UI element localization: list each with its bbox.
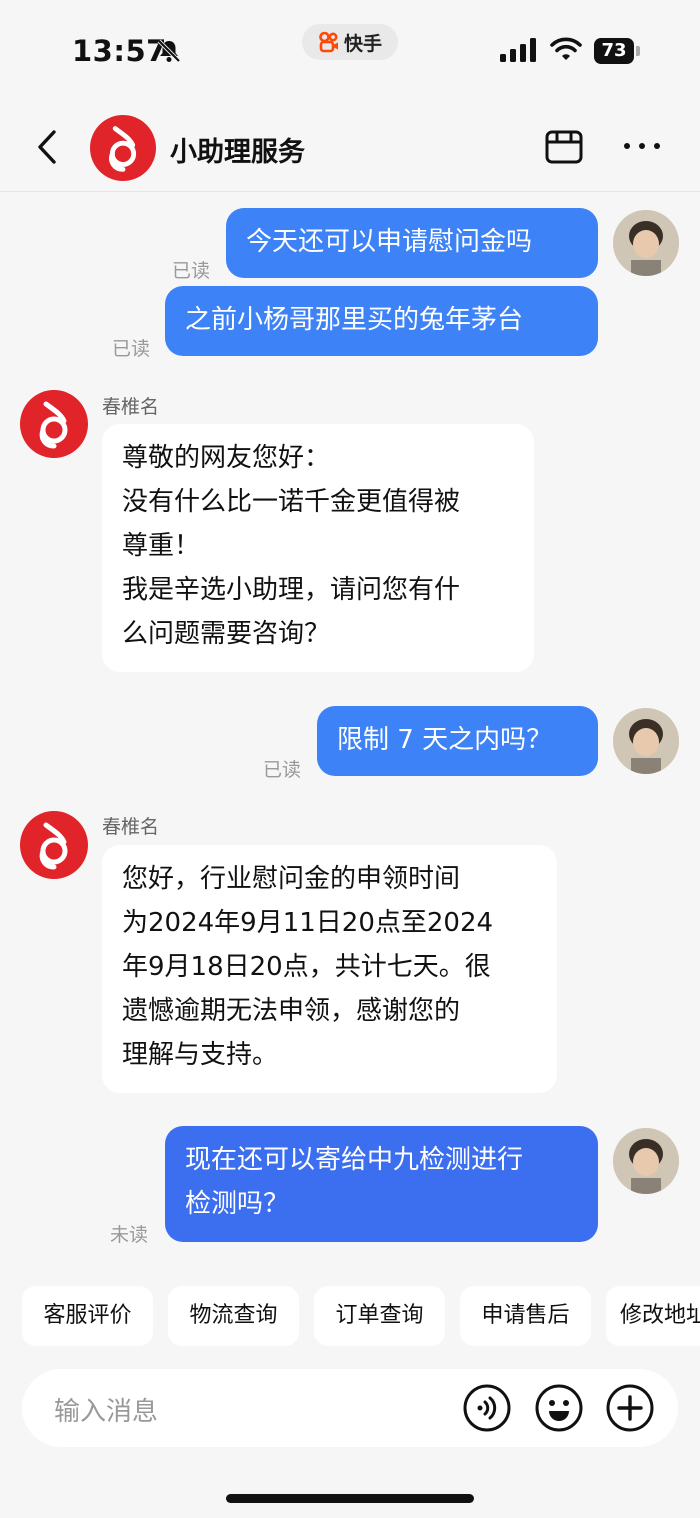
message-input[interactable]: 输入消息 (54, 1391, 158, 1428)
read-status: 已读 (172, 260, 211, 282)
plus-icon[interactable] (605, 1383, 655, 1433)
message-line: 遗憾逾期无法申领，感谢您的 (122, 996, 461, 1026)
read-status: 已读 (112, 338, 151, 360)
unread-status: 未读 (110, 1224, 149, 1246)
user-avatar[interactable] (613, 1128, 679, 1194)
back-icon[interactable] (32, 128, 62, 166)
message-bubble-incoming[interactable]: 您好，行业慰问金的申领时间 为2024年9月11日20点至2024 年9月18日… (102, 845, 557, 1093)
message-line: 检测吗？ (185, 1189, 290, 1219)
message-bubble-outgoing[interactable]: 现在还可以寄给中九检测进行 检测吗？ (165, 1126, 598, 1242)
message-line: 尊重！ (122, 531, 201, 561)
home-indicator[interactable] (226, 1494, 474, 1503)
store-icon[interactable] (544, 128, 584, 166)
message-bubble-outgoing[interactable]: 限制 7 天之内吗？ (317, 706, 598, 776)
quick-action-after-sales[interactable]: 申请售后 (460, 1286, 591, 1346)
message-line: 现在还可以寄给中九检测进行 (185, 1145, 524, 1175)
app-indicator[interactable]: 快手 (302, 24, 398, 60)
app-name: 快手 (343, 32, 382, 55)
voice-icon[interactable] (462, 1383, 512, 1433)
sender-name: 春椎名 (102, 816, 160, 838)
service-avatar[interactable] (90, 115, 156, 181)
emoji-icon[interactable] (534, 1383, 584, 1433)
status-bar: 13:57 快手 73 (0, 0, 700, 100)
wifi-icon (550, 37, 582, 60)
page-title: 小助理服务 (170, 137, 305, 168)
message-input-bar: 输入消息 (22, 1369, 678, 1447)
more-icon[interactable] (622, 140, 662, 152)
battery-indicator: 73 (594, 38, 640, 64)
message-line: 么问题需要咨询？ (122, 619, 331, 649)
bell-muted-icon (157, 39, 181, 63)
user-avatar-image (613, 1128, 679, 1194)
user-avatar-image (613, 708, 679, 774)
message-line: 年9月18日20点，共计七天。很 (122, 952, 491, 982)
message-line: 没有什么比一诺千金更值得被 (122, 487, 461, 517)
message-bubble-incoming[interactable]: 尊敬的网友您好： 没有什么比一诺千金更值得被 尊重！ 我是辛选小助理，请问您有什… (102, 424, 534, 672)
service-avatar[interactable] (20, 390, 88, 458)
sender-name: 春椎名 (102, 396, 160, 418)
cellular-signal-icon (500, 38, 536, 62)
message-line: 理解与支持。 (122, 1040, 279, 1070)
chat-header: 小助理服务 (0, 100, 700, 192)
kuaishou-logo-icon (319, 31, 338, 53)
service-avatar[interactable] (20, 811, 88, 879)
message-line: 我是辛选小助理，请问您有什 (122, 575, 461, 605)
message-line: 尊敬的网友您好： (122, 443, 331, 473)
read-status: 已读 (263, 759, 302, 781)
message-line: 您好，行业慰问金的申领时间 (122, 864, 461, 894)
message-bubble-outgoing[interactable]: 今天还可以申请慰问金吗 (226, 208, 598, 278)
message-line: 为2024年9月11日20点至2024 (122, 908, 494, 938)
user-avatar[interactable] (613, 708, 679, 774)
quick-action-logistics[interactable]: 物流查询 (168, 1286, 299, 1346)
user-avatar[interactable] (613, 210, 679, 276)
quick-action-change-address[interactable]: 修改地址 (606, 1286, 700, 1346)
message-bubble-outgoing[interactable]: 之前小杨哥那里买的兔年茅台 (165, 286, 598, 356)
status-time: 13:57 (72, 34, 167, 68)
quick-action-orders[interactable]: 订单查询 (314, 1286, 445, 1346)
user-avatar-image (613, 210, 679, 276)
quick-action-review[interactable]: 客服评价 (22, 1286, 153, 1346)
